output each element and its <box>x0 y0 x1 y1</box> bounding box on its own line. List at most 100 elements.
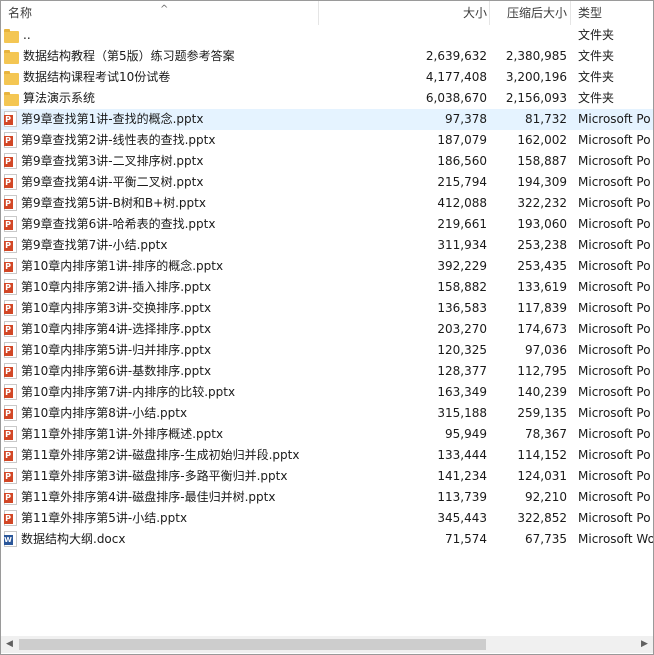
file-name-cell: 第11章外排序第3讲-磁盘排序-多路平衡归并.pptx <box>4 466 317 487</box>
file-name-cell: 第9章查找第3讲-二叉排序树.pptx <box>4 151 317 172</box>
word-file-icon <box>4 530 17 547</box>
file-name-cell: 第11章外排序第2讲-磁盘排序-生成初始归并段.pptx <box>4 445 317 466</box>
scroll-left-icon[interactable]: ◀ <box>1 636 18 653</box>
file-size: 6,038,670 <box>425 91 487 105</box>
file-row[interactable]: 第10章内排序第7讲-内排序的比较.pptx 163,349 140,239 Micr… <box>1 382 653 403</box>
file-name: 第11章外排序第1讲-外排序概述.pptx <box>21 427 224 441</box>
file-type: Microsoft Po <box>578 133 651 147</box>
file-row[interactable]: 第9章查找第1讲-查找的概念.pptx 97,378 81,732 Microsoft… <box>1 109 653 130</box>
file-row[interactable]: 第10章内排序第3讲-交换排序.pptx 136,583 117,839 Micros… <box>1 298 653 319</box>
file-row[interactable]: 数据结构教程（第5版）练习题参考答案 2,639,632 2,380,985 文件夹 <box>1 46 653 67</box>
file-name-cell: 第10章内排序第3讲-交换排序.pptx <box>4 298 317 319</box>
file-row[interactable]: 第9章查找第6讲-哈希表的查找.pptx 219,661 193,060 Micros… <box>1 214 653 235</box>
column-header: 名称 ^ 大小 压缩后大小 类型 <box>1 1 653 25</box>
file-compressed-size: 133,619 <box>517 280 567 294</box>
horizontal-scrollbar[interactable]: ◀ ▶ <box>1 636 653 653</box>
powerpoint-file-icon <box>4 131 17 148</box>
file-size: 392,229 <box>437 259 487 273</box>
file-row[interactable]: 第10章内排序第4讲-选择排序.pptx 203,270 174,673 Micros… <box>1 319 653 340</box>
scrollbar-thumb[interactable] <box>19 639 486 650</box>
file-row[interactable]: 数据结构大纲.docx 71,574 67,735 Microsoft Wo <box>1 529 653 550</box>
sort-ascending-icon: ^ <box>160 4 169 15</box>
folder-icon <box>4 28 19 43</box>
file-compressed-size: 81,732 <box>525 112 567 126</box>
file-name: .. <box>23 28 31 42</box>
file-name: 数据结构教程（第5版）练习题参考答案 <box>23 49 235 63</box>
file-name-cell: 数据结构教程（第5版）练习题参考答案 <box>4 46 317 67</box>
powerpoint-file-icon <box>4 299 17 316</box>
column-divider[interactable] <box>570 1 571 25</box>
file-size: 120,325 <box>437 343 487 357</box>
file-row[interactable]: 第9章查找第5讲-B树和B+树.pptx 412,088 322,232 Micros… <box>1 193 653 214</box>
file-type: Microsoft Po <box>578 490 651 504</box>
file-compressed-size: 92,210 <box>525 490 567 504</box>
file-compressed-size: 194,309 <box>517 175 567 189</box>
column-name-label: 名称 <box>8 6 33 20</box>
file-name-cell: 第10章内排序第5讲-归并排序.pptx <box>4 340 317 361</box>
file-name-cell: 第10章内排序第4讲-选择排序.pptx <box>4 319 317 340</box>
file-size: 158,882 <box>437 280 487 294</box>
powerpoint-file-icon <box>4 383 17 400</box>
file-row[interactable]: 第9章查找第2讲-线性表的查找.pptx 187,079 162,002 Micros… <box>1 130 653 151</box>
file-name-cell: 数据结构大纲.docx <box>4 529 317 550</box>
file-row[interactable]: 第9章查找第7讲-小结.pptx 311,934 253,238 Microsoft … <box>1 235 653 256</box>
file-name-cell: .. <box>4 25 317 46</box>
file-row[interactable]: .. 文件夹 <box>1 25 653 46</box>
file-row[interactable]: 第10章内排序第8讲-小结.pptx 315,188 259,135 Microsof… <box>1 403 653 424</box>
file-row[interactable]: 第11章外排序第3讲-磁盘排序-多路平衡归并.pptx 141,234 124,03… <box>1 466 653 487</box>
file-type: Microsoft Po <box>578 364 651 378</box>
file-name: 第9章查找第3讲-二叉排序树.pptx <box>21 154 204 168</box>
powerpoint-file-icon <box>4 194 17 211</box>
file-name: 第11章外排序第3讲-磁盘排序-多路平衡归并.pptx <box>21 469 288 483</box>
file-row[interactable]: 第11章外排序第1讲-外排序概述.pptx 95,949 78,367 Microso… <box>1 424 653 445</box>
file-name: 第11章外排序第5讲-小结.pptx <box>21 511 188 525</box>
file-row[interactable]: 第10章内排序第1讲-排序的概念.pptx 392,229 253,435 Micro… <box>1 256 653 277</box>
column-header-compressed[interactable]: 压缩后大小 <box>490 1 567 25</box>
file-compressed-size: 2,380,985 <box>505 49 567 63</box>
file-size: 95,949 <box>445 427 487 441</box>
file-name-cell: 第11章外排序第5讲-小结.pptx <box>4 508 317 529</box>
column-size-label: 大小 <box>462 6 487 20</box>
file-name: 第9章查找第4讲-平衡二叉树.pptx <box>21 175 204 189</box>
column-header-size[interactable]: 大小 <box>319 1 487 25</box>
file-list: .. 文件夹 数据结构教程（第5版）练习题参考答案 2,639,632 2,380,98… <box>1 25 653 636</box>
file-size: 2,639,632 <box>425 49 487 63</box>
scroll-right-icon[interactable]: ▶ <box>636 636 653 653</box>
file-name-cell: 第11章外排序第4讲-磁盘排序-最佳归并树.pptx <box>4 487 317 508</box>
file-size: 186,560 <box>437 154 487 168</box>
file-name-cell: 第10章内排序第6讲-基数排序.pptx <box>4 361 317 382</box>
file-type: Microsoft Po <box>578 448 651 462</box>
file-name-cell: 数据结构课程考试10份试卷 <box>4 67 317 88</box>
file-type: Microsoft Po <box>578 280 651 294</box>
file-row[interactable]: 第10章内排序第2讲-插入排序.pptx 158,882 133,619 Micros… <box>1 277 653 298</box>
column-header-type[interactable]: 类型 <box>578 1 652 25</box>
file-type: 文件夹 <box>578 91 615 105</box>
file-compressed-size: 322,232 <box>517 196 567 210</box>
file-size: 311,934 <box>437 238 487 252</box>
file-row[interactable]: 第9章查找第3讲-二叉排序树.pptx 186,560 158,887 Microso… <box>1 151 653 172</box>
file-size: 187,079 <box>437 133 487 147</box>
file-name: 第9章查找第2讲-线性表的查找.pptx <box>21 133 216 147</box>
file-type: Microsoft Po <box>578 385 651 399</box>
file-name-cell: 算法演示系统 <box>4 88 317 109</box>
file-type: Microsoft Po <box>578 406 651 420</box>
file-name: 第10章内排序第1讲-排序的概念.pptx <box>21 259 224 273</box>
file-compressed-size: 114,152 <box>517 448 567 462</box>
file-name: 第9章查找第7讲-小结.pptx <box>21 238 168 252</box>
column-header-name[interactable]: 名称 ^ <box>8 1 318 25</box>
file-row[interactable]: 第9章查找第4讲-平衡二叉树.pptx 215,794 194,309 Microso… <box>1 172 653 193</box>
file-compressed-size: 97,036 <box>525 343 567 357</box>
file-row[interactable]: 第10章内排序第5讲-归并排序.pptx 120,325 97,036 Microso… <box>1 340 653 361</box>
file-row[interactable]: 第11章外排序第5讲-小结.pptx 345,443 322,852 Microsof… <box>1 508 653 529</box>
file-row[interactable]: 第11章外排序第2讲-磁盘排序-生成初始归并段.pptx 133,444 114,1… <box>1 445 653 466</box>
file-size: 4,177,408 <box>425 70 487 84</box>
file-type: 文件夹 <box>578 49 615 63</box>
file-row[interactable]: 算法演示系统 6,038,670 2,156,093 文件夹 <box>1 88 653 109</box>
powerpoint-file-icon <box>4 362 17 379</box>
file-size: 136,583 <box>437 301 487 315</box>
file-row[interactable]: 第10章内排序第6讲-基数排序.pptx 128,377 112,795 Micros… <box>1 361 653 382</box>
file-name: 第9章查找第6讲-哈希表的查找.pptx <box>21 217 216 231</box>
file-type: Microsoft Po <box>578 427 651 441</box>
file-row[interactable]: 第11章外排序第4讲-磁盘排序-最佳归并树.pptx 113,739 92,210 M… <box>1 487 653 508</box>
file-row[interactable]: 数据结构课程考试10份试卷 4,177,408 3,200,196 文件夹 <box>1 67 653 88</box>
